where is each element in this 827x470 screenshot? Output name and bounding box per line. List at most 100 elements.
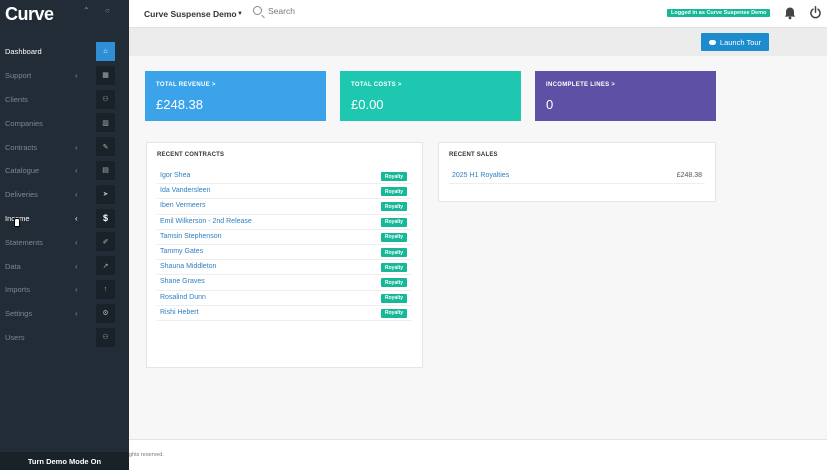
contract-link[interactable]: Ida Vandersleen [160, 187, 210, 194]
sidebar-item-label: Data [5, 261, 21, 271]
building-icon[interactable]: ▥ [96, 113, 115, 133]
sidebar-item-label: Clients [5, 94, 28, 104]
upload-icon[interactable]: ↑ [96, 279, 115, 299]
sidebar-item-imports[interactable]: Imports ‹ ↑ [0, 278, 129, 302]
stat-label: TOTAL REVENUE > [156, 82, 216, 88]
recent-sales-panel: RECENT SALES 2025 H1 Royalties £248.38 [438, 142, 716, 202]
search-input[interactable] [268, 6, 468, 16]
stat-incomplete-lines[interactable]: INCOMPLETE LINES > 0 [535, 71, 716, 121]
company-selector[interactable]: Curve Suspense Demo [144, 9, 237, 19]
users-icon[interactable]: ⚇ [96, 89, 115, 109]
table-row: Ida Vandersleen Royalty [157, 184, 412, 200]
chevron-left-icon: ‹ [75, 285, 78, 295]
contract-link[interactable]: Emil Wilkerson - 2nd Release [160, 218, 252, 225]
chevron-left-icon: ‹ [75, 309, 78, 319]
footer: ghts reserved. [129, 439, 827, 470]
stat-total-revenue[interactable]: TOTAL REVENUE > £248.38 [145, 71, 326, 121]
contract-link[interactable]: Rosalind Dunn [160, 294, 206, 301]
contract-link[interactable]: Tammy Gates [160, 248, 203, 255]
sidebar-item-dashboard[interactable]: Dashboard ⌂ [0, 40, 129, 64]
contract-link[interactable]: Tamsin Stephenson [160, 233, 221, 240]
table-row: Shane Graves Royalty [157, 275, 412, 291]
bell-icon[interactable] [783, 6, 797, 20]
contract-type-badge: Royalty [381, 248, 408, 257]
table-row: 2025 H1 Royalties £248.38 [449, 169, 705, 184]
sidebar: Curve ⌃ ○ Dashboard ⌂ Support ‹ ▦ Clients ⚇ Com… [0, 0, 129, 470]
sidebar-item-support[interactable]: Support ‹ ▦ [0, 64, 129, 88]
footer-text: ghts reserved. [129, 452, 164, 458]
sidebar-item-label: Companies [5, 118, 43, 128]
pencil-icon[interactable]: ✎ [96, 137, 115, 157]
sidebar-item-data[interactable]: Data ‹ ↗ [0, 254, 129, 278]
sidebar-item-label: Support [5, 71, 32, 81]
demo-mode-button[interactable]: Turn Demo Mode On [0, 452, 129, 470]
sidebar-item-settings[interactable]: Settings ‹ ⚙ [0, 302, 129, 326]
sidebar-item-label: Dashboard [5, 47, 42, 57]
sidebar-item-users[interactable]: Users ⚇ [0, 326, 129, 350]
chart-icon[interactable]: ↗ [96, 256, 115, 276]
calendar-icon[interactable]: ▦ [96, 65, 115, 85]
sidebar-item-statements[interactable]: Statements ‹ ✐ [0, 230, 129, 254]
sidebar-item-label: Contracts [5, 142, 38, 152]
gear-icon[interactable]: ⚙ [96, 303, 115, 323]
contract-type-badge: Royalty [381, 217, 408, 227]
paperclip-icon[interactable]: ✐ [96, 232, 115, 252]
contract-type-badge: Royalty [381, 232, 408, 242]
chevron-left-icon: ‹ [75, 213, 78, 223]
stat-value: £248.38 [156, 97, 203, 112]
sidebar-item-contracts[interactable]: Contracts ‹ ✎ [0, 135, 129, 159]
send-icon[interactable]: ➤ [96, 184, 115, 204]
contract-type-badge: Royalty [381, 172, 408, 181]
sidebar-nav: Dashboard ⌂ Support ‹ ▦ Clients ⚇ Companies ▥ Con… [0, 40, 129, 349]
topbar: Curve Suspense Demo ▼ Logged in as Curve… [129, 0, 827, 28]
sidebar-item-companies[interactable]: Companies ▥ [0, 111, 129, 135]
content-area: Launch Tour TOTAL REVENUE > £248.38 TOTA… [129, 28, 827, 470]
stat-label: TOTAL COSTS > [351, 82, 402, 88]
sidebar-item-label: Imports [5, 285, 31, 295]
book-icon[interactable]: ▤ [96, 160, 115, 180]
contract-link[interactable]: Shauna Middleton [160, 263, 216, 270]
table-row: Shauna Middleton Royalty [157, 260, 412, 276]
home-icon[interactable]: ⌂ [96, 42, 115, 61]
login-status-badge: Logged in as Curve Suspense Demo [667, 9, 771, 17]
table-row: Emil Wilkerson - 2nd Release Royalty [157, 215, 412, 230]
sale-link[interactable]: 2025 H1 Royalties [452, 172, 509, 179]
recent-contracts-panel: RECENT CONTRACTS Igor Shea Royalty Ida Van… [146, 142, 423, 368]
stat-value: 0 [546, 97, 554, 112]
caret-down-icon[interactable]: ▼ [237, 11, 243, 17]
stat-label: INCOMPLETE LINES > [546, 82, 616, 88]
mouse-cursor-icon [14, 218, 20, 227]
contract-type-badge: Royalty [381, 293, 408, 303]
power-icon[interactable] [809, 6, 822, 19]
table-row: Tammy Gates Royalty [157, 245, 412, 261]
users-icon[interactable]: ⚇ [96, 327, 115, 347]
launch-tour-button[interactable]: Launch Tour [701, 33, 769, 51]
chevron-left-icon: ‹ [75, 166, 78, 176]
sidebar-item-label: Users [5, 332, 25, 342]
contract-type-badge: Royalty [381, 278, 408, 288]
contract-link[interactable]: Iben Vermeers [160, 202, 206, 209]
chevron-left-icon: ‹ [75, 237, 78, 247]
sidebar-item-clients[interactable]: Clients ⚇ [0, 88, 129, 112]
contract-type-badge: Royalty [381, 308, 408, 318]
contract-type-badge: Royalty [381, 263, 408, 273]
stat-total-costs[interactable]: TOTAL COSTS > £0.00 [340, 71, 521, 121]
sidebar-item-deliveries[interactable]: Deliveries ‹ ➤ [0, 183, 129, 207]
search-icon[interactable] [253, 6, 262, 15]
sidebar-item-label: Deliveries [5, 190, 38, 200]
contract-link[interactable]: Shane Graves [160, 278, 205, 285]
contract-link[interactable]: Rishi Hebert [160, 309, 199, 316]
panel-title: RECENT CONTRACTS [157, 152, 225, 158]
table-row: Iben Vermeers Royalty [157, 199, 412, 215]
sidebar-item-label: Catalogue [5, 166, 40, 176]
app-logo[interactable]: Curve [5, 4, 54, 25]
dollar-icon[interactable]: $ [96, 208, 115, 228]
contract-link[interactable]: Igor Shea [160, 172, 190, 179]
table-row: Tamsin Stephenson Royalty [157, 230, 412, 245]
dashboard-main: TOTAL REVENUE > £248.38 TOTAL COSTS > £0… [129, 56, 827, 470]
status-circle-icon[interactable]: ○ [105, 6, 110, 15]
collapse-icon[interactable]: ⌃ [83, 6, 90, 15]
contract-type-badge: Royalty [381, 202, 408, 212]
table-row: Rishi Hebert Royalty [157, 306, 412, 321]
sidebar-item-catalogue[interactable]: Catalogue ‹ ▤ [0, 159, 129, 183]
